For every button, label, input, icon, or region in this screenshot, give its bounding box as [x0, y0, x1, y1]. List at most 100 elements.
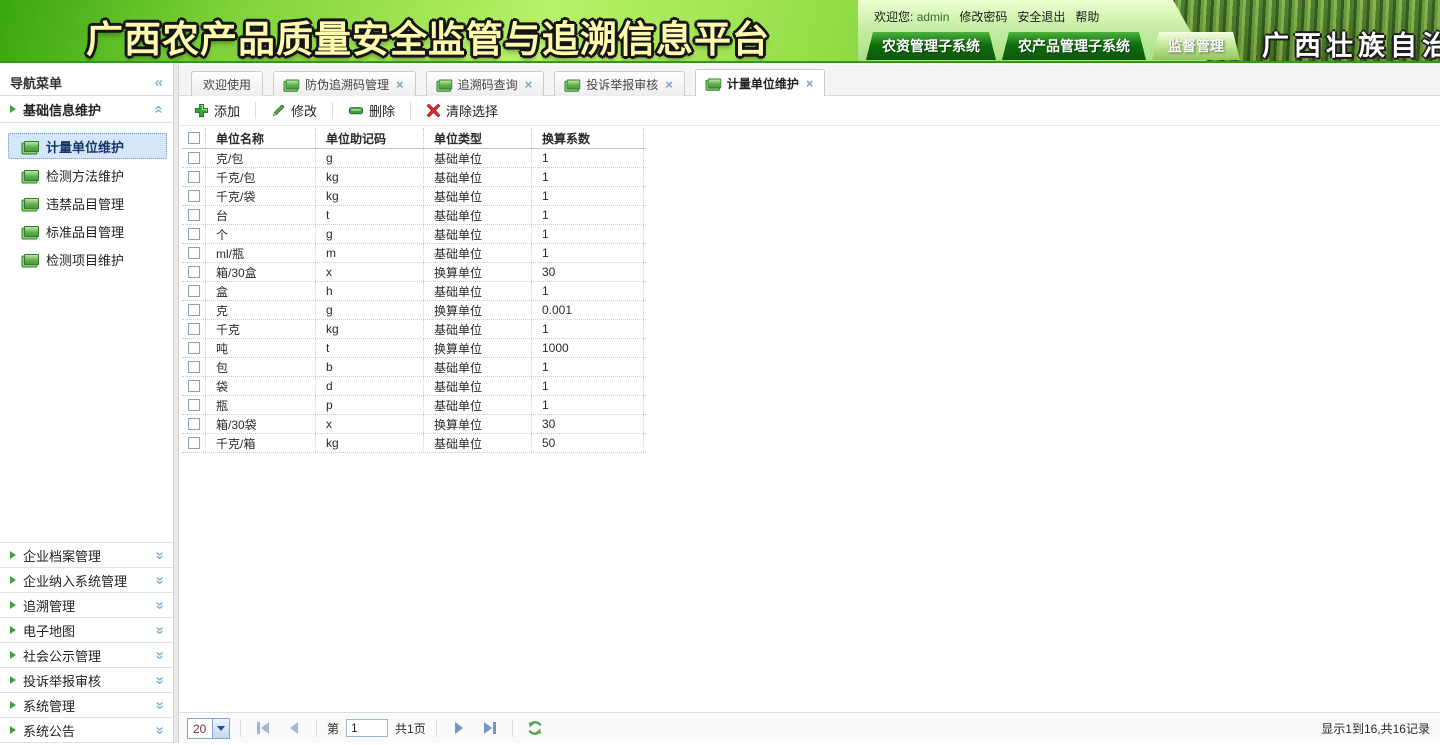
column-header-unit-code[interactable]: 单位助记码	[316, 128, 424, 148]
table-row[interactable]: 千克/箱 kg 基础单位 50	[182, 434, 646, 453]
cell-factor: 30	[532, 263, 644, 281]
tab-trace-code-query[interactable]: 追溯码查询 ×	[426, 71, 545, 96]
sidebar-section[interactable]: 企业档案管理 «	[0, 542, 173, 567]
table-row[interactable]: 克 g 换算单位 0.001	[182, 301, 646, 320]
chevron-double-down-icon[interactable]: «	[150, 626, 167, 634]
table-row[interactable]: ml/瓶 m 基础单位 1	[182, 244, 646, 263]
close-icon[interactable]: ×	[806, 77, 814, 90]
row-checkbox[interactable]	[188, 190, 200, 202]
chevron-double-up-icon[interactable]: «	[150, 105, 167, 113]
tab-welcome[interactable]: 欢迎使用	[191, 71, 263, 96]
table-row[interactable]: 台 t 基础单位 1	[182, 206, 646, 225]
cell-factor: 1	[532, 244, 644, 262]
row-checkbox[interactable]	[188, 418, 200, 430]
edit-button[interactable]: 修改	[262, 99, 326, 123]
row-checkbox[interactable]	[188, 209, 200, 221]
column-header-unit-name[interactable]: 单位名称	[206, 128, 316, 148]
chevron-double-down-icon[interactable]: «	[150, 701, 167, 709]
row-checkbox[interactable]	[188, 228, 200, 240]
cell-factor: 1	[532, 225, 644, 243]
row-check-cell	[182, 301, 206, 319]
row-checkbox[interactable]	[188, 380, 200, 392]
section-label: 企业纳入系统管理	[23, 571, 127, 590]
table-row[interactable]: 千克/包 kg 基础单位 1	[182, 168, 646, 187]
sidebar-item-banned-items[interactable]: 违禁品目管理	[0, 189, 173, 217]
column-header-factor[interactable]: 换算系数	[532, 128, 644, 148]
sidebar-section[interactable]: 电子地图 «	[0, 617, 173, 642]
table-row[interactable]: 吨 t 换算单位 1000	[182, 339, 646, 358]
column-header-unit-type[interactable]: 单位类型	[424, 128, 532, 148]
clear-selection-button[interactable]: 清除选择	[417, 99, 507, 123]
tab-unit-maintenance[interactable]: 计量单位维护 ×	[695, 69, 826, 96]
row-check-cell	[182, 225, 206, 243]
sidebar-section[interactable]: 追溯管理 «	[0, 592, 173, 617]
tab-anti-fake-trace-code[interactable]: 防伪追溯码管理 ×	[273, 71, 416, 96]
table-row[interactable]: 包 b 基础单位 1	[182, 358, 646, 377]
cell-unit-type: 基础单位	[424, 434, 532, 452]
change-password-link[interactable]: 修改密码	[959, 8, 1007, 25]
prev-page-button[interactable]	[282, 717, 306, 739]
cell-unit-code: p	[316, 396, 424, 414]
cell-unit-code: kg	[316, 320, 424, 338]
row-checkbox[interactable]	[188, 437, 200, 449]
select-all-checkbox[interactable]	[188, 132, 200, 144]
row-checkbox[interactable]	[188, 285, 200, 297]
sidebar-item-test-project[interactable]: 检测项目维护	[0, 245, 173, 273]
chevron-double-down-icon[interactable]: «	[150, 651, 167, 659]
row-checkbox[interactable]	[188, 266, 200, 278]
table-row[interactable]: 瓶 p 基础单位 1	[182, 396, 646, 415]
sidebar-section-basic-info[interactable]: 基础信息维护 «	[0, 96, 173, 123]
page-number-input[interactable]	[346, 719, 388, 737]
tab-complaint-review[interactable]: 投诉举报审核 ×	[554, 71, 685, 96]
logout-link[interactable]: 安全退出	[1017, 8, 1065, 25]
chevron-double-down-icon[interactable]: «	[150, 676, 167, 684]
help-link[interactable]: 帮助	[1075, 8, 1099, 25]
close-icon[interactable]: ×	[396, 78, 404, 91]
add-button[interactable]: 添加	[185, 99, 249, 123]
next-page-button[interactable]	[447, 717, 471, 739]
close-icon[interactable]: ×	[665, 78, 673, 91]
close-icon[interactable]: ×	[525, 78, 533, 91]
tab-label: 计量单位维护	[727, 75, 799, 92]
sidebar-item-standard-items[interactable]: 标准品目管理	[0, 217, 173, 245]
system-tab-supervision[interactable]: 监督管理	[1152, 32, 1240, 60]
system-tab-agri-products[interactable]: 农产品管理子系统	[1002, 32, 1146, 60]
chevron-double-down-icon[interactable]: «	[150, 601, 167, 609]
chevron-double-down-icon[interactable]: «	[150, 551, 167, 559]
row-checkbox[interactable]	[188, 304, 200, 316]
table-row[interactable]: 个 g 基础单位 1	[182, 225, 646, 244]
row-checkbox[interactable]	[188, 171, 200, 183]
row-checkbox[interactable]	[188, 152, 200, 164]
table-row[interactable]: 千克/袋 kg 基础单位 1	[182, 187, 646, 206]
table-row[interactable]: 千克 kg 基础单位 1	[182, 320, 646, 339]
row-checkbox[interactable]	[188, 399, 200, 411]
system-tab-agri-materials[interactable]: 农资管理子系统	[866, 32, 996, 60]
refresh-button[interactable]	[523, 717, 547, 739]
table-row[interactable]: 袋 d 基础单位 1	[182, 377, 646, 396]
sidebar-section[interactable]: 投诉举报审核 «	[0, 667, 173, 692]
first-page-button[interactable]	[251, 717, 275, 739]
delete-button[interactable]: 删除	[339, 99, 404, 123]
page-size-select[interactable]: 20	[187, 718, 230, 739]
row-checkbox[interactable]	[188, 342, 200, 354]
sidebar-item-test-method[interactable]: 检测方法维护	[0, 161, 173, 189]
sidebar-section[interactable]: 系统公告 «	[0, 717, 173, 742]
triangle-icon	[10, 726, 16, 734]
grid-toolbar: 添加 修改 删除	[179, 96, 1440, 126]
table-row[interactable]: 箱/30袋 x 换算单位 30	[182, 415, 646, 434]
collapse-sidebar-icon[interactable]: «	[155, 74, 163, 91]
last-page-button[interactable]	[478, 717, 502, 739]
row-checkbox[interactable]	[188, 361, 200, 373]
sidebar-section[interactable]: 社会公示管理 «	[0, 642, 173, 667]
sidebar-section[interactable]: 系统管理 «	[0, 692, 173, 717]
dropdown-button[interactable]	[212, 719, 229, 738]
row-checkbox[interactable]	[188, 247, 200, 259]
sidebar-item-unit-maintenance[interactable]: 计量单位维护	[8, 133, 167, 159]
sidebar-section[interactable]: 企业纳入系统管理 «	[0, 567, 173, 592]
chevron-double-down-icon[interactable]: «	[150, 576, 167, 584]
row-checkbox[interactable]	[188, 323, 200, 335]
table-row[interactable]: 箱/30盒 x 换算单位 30	[182, 263, 646, 282]
table-row[interactable]: 盒 h 基础单位 1	[182, 282, 646, 301]
chevron-double-down-icon[interactable]: «	[150, 726, 167, 734]
table-row[interactable]: 克/包 g 基础单位 1	[182, 149, 646, 168]
